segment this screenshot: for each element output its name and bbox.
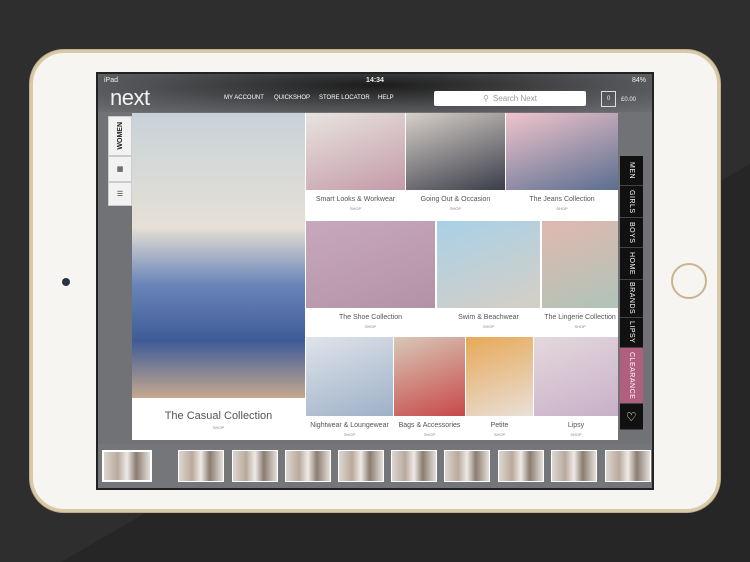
page-thumbnail[interactable]	[605, 450, 651, 482]
search-input[interactable]: ⚲ Search Next	[434, 91, 586, 106]
tab-label: CLEARANCE	[628, 351, 635, 400]
nav-my-account[interactable]: MY ACCOUNT	[224, 95, 264, 101]
heart-icon: ♡	[625, 409, 638, 424]
hero-shop: SHOP	[212, 425, 225, 430]
category-image	[466, 337, 533, 416]
category-shop: SHOP	[449, 206, 462, 211]
category-label: Nightwear & Loungewear	[310, 422, 389, 429]
tab-label: GIRLS	[628, 189, 635, 214]
tab-boys[interactable]: BOYS	[620, 218, 643, 248]
category-tile[interactable]: Lipsy SHOP	[534, 337, 618, 440]
category-grid: The Casual Collection SHOP Smart Looks &…	[132, 113, 618, 440]
page-thumbnail[interactable]	[232, 450, 278, 482]
category-tile[interactable]: The Shoe Collection SHOP	[306, 221, 435, 332]
bag-total: £0.00	[621, 97, 637, 103]
camera	[62, 278, 70, 286]
category-label: Swim & Beachwear	[458, 314, 519, 321]
page-thumbnail[interactable]	[444, 450, 490, 482]
nav-help[interactable]: HELP	[378, 95, 394, 101]
category-shop: SHOP	[343, 432, 356, 437]
grid-icon: ▦	[116, 166, 124, 173]
tab-label: BRANDS	[628, 282, 635, 315]
category-label: Smart Looks & Workwear	[315, 196, 396, 203]
category-label: Bags & Accessories	[398, 422, 461, 429]
tab-label: BOYS	[628, 221, 635, 244]
category-image	[542, 221, 618, 308]
thumbnail-strip[interactable]	[98, 444, 652, 488]
category-label: Going Out & Occasion	[420, 196, 491, 203]
category-image	[406, 113, 505, 190]
tab-label: LIPSY	[628, 321, 635, 344]
page-thumbnail[interactable]	[178, 450, 224, 482]
page-thumbnail[interactable]	[102, 450, 152, 482]
page-thumbnail[interactable]	[338, 450, 384, 482]
category-image	[506, 113, 618, 190]
battery: 84%	[631, 76, 646, 84]
tab-women[interactable]: WOMEN	[108, 116, 132, 156]
page-thumbnail[interactable]	[498, 450, 544, 482]
category-shop: SHOP	[556, 206, 568, 211]
header: iPad 14:34 84% next MY ACCOUNT QUICKSHOP…	[98, 74, 652, 112]
category-shop: SHOP	[423, 432, 436, 437]
category-tile[interactable]: The Lingerie Collection SHOP	[542, 221, 618, 332]
page-thumbnail[interactable]	[285, 450, 331, 482]
favourites-button[interactable]: ♡	[620, 404, 643, 430]
tab-lipsy[interactable]: LIPSY	[620, 318, 643, 348]
menu-icon: ☰	[116, 191, 124, 198]
page-thumbnail[interactable]	[551, 450, 597, 482]
category-image	[437, 221, 540, 308]
category-tile[interactable]: Petite SHOP	[466, 337, 533, 440]
status-bar: iPad 14:34 84%	[98, 74, 652, 86]
category-label: The Shoe Collection	[338, 314, 403, 321]
clock: 14:34	[366, 76, 384, 84]
category-shop: SHOP	[349, 206, 362, 211]
page-thumbnail[interactable]	[391, 450, 437, 482]
category-label: The Jeans Collection	[529, 196, 595, 203]
home-button[interactable]	[671, 263, 707, 299]
category-shop: SHOP	[574, 324, 586, 329]
grid-view-button[interactable]: ▦	[108, 156, 132, 182]
category-tile[interactable]: Going Out & Occasion SHOP	[406, 113, 505, 214]
category-image	[394, 337, 465, 416]
category-shop: SHOP	[482, 324, 495, 329]
category-image	[306, 113, 405, 190]
app-screen: iPad 14:34 84% next MY ACCOUNT QUICKSHOP…	[96, 72, 654, 490]
nav-quickshop[interactable]: QUICKSHOP	[274, 95, 310, 101]
menu-button[interactable]: ☰	[108, 182, 132, 206]
category-tile[interactable]: Smart Looks & Workwear SHOP	[306, 113, 405, 214]
category-image	[534, 337, 618, 416]
tab-girls[interactable]: GIRLS	[620, 186, 643, 218]
tab-women-label: WOMEN	[116, 122, 124, 150]
category-label: Lipsy	[567, 422, 585, 429]
category-tile[interactable]: The Jeans Collection SHOP	[506, 113, 618, 214]
nav-store-locator[interactable]: STORE LOCATOR	[319, 95, 370, 101]
tab-brands[interactable]: BRANDS	[620, 280, 643, 318]
category-shop: SHOP	[493, 432, 506, 437]
category-image	[306, 337, 393, 416]
category-tile[interactable]: Bags & Accessories SHOP	[394, 337, 465, 440]
tab-home[interactable]: HOME	[620, 248, 643, 280]
tab-label: MEN	[628, 161, 635, 180]
tab-label: HOME	[628, 252, 635, 275]
category-tile[interactable]: Nightwear & Loungewear SHOP	[306, 337, 393, 440]
category-tile[interactable]: Swim & Beachwear SHOP	[437, 221, 540, 332]
bag-button[interactable]: 0	[601, 91, 616, 107]
bag-count: 0	[606, 96, 611, 102]
category-label: Petite	[490, 422, 509, 429]
tab-men[interactable]: MEN	[620, 156, 643, 186]
category-shop: SHOP	[364, 324, 377, 329]
device-label: iPad	[104, 76, 119, 84]
search-icon: ⚲	[483, 94, 489, 103]
category-shop: SHOP	[570, 432, 582, 437]
hero-image	[132, 113, 305, 398]
next-logo[interactable]: next	[110, 85, 150, 111]
category-image	[306, 221, 435, 308]
tab-clearance[interactable]: CLEARANCE	[620, 348, 643, 404]
hero-tile[interactable]: The Casual Collection SHOP	[132, 113, 305, 440]
hero-label: The Casual Collection	[164, 410, 273, 422]
category-label: The Lingerie Collection	[544, 314, 616, 321]
search-placeholder: Search Next	[492, 94, 537, 103]
